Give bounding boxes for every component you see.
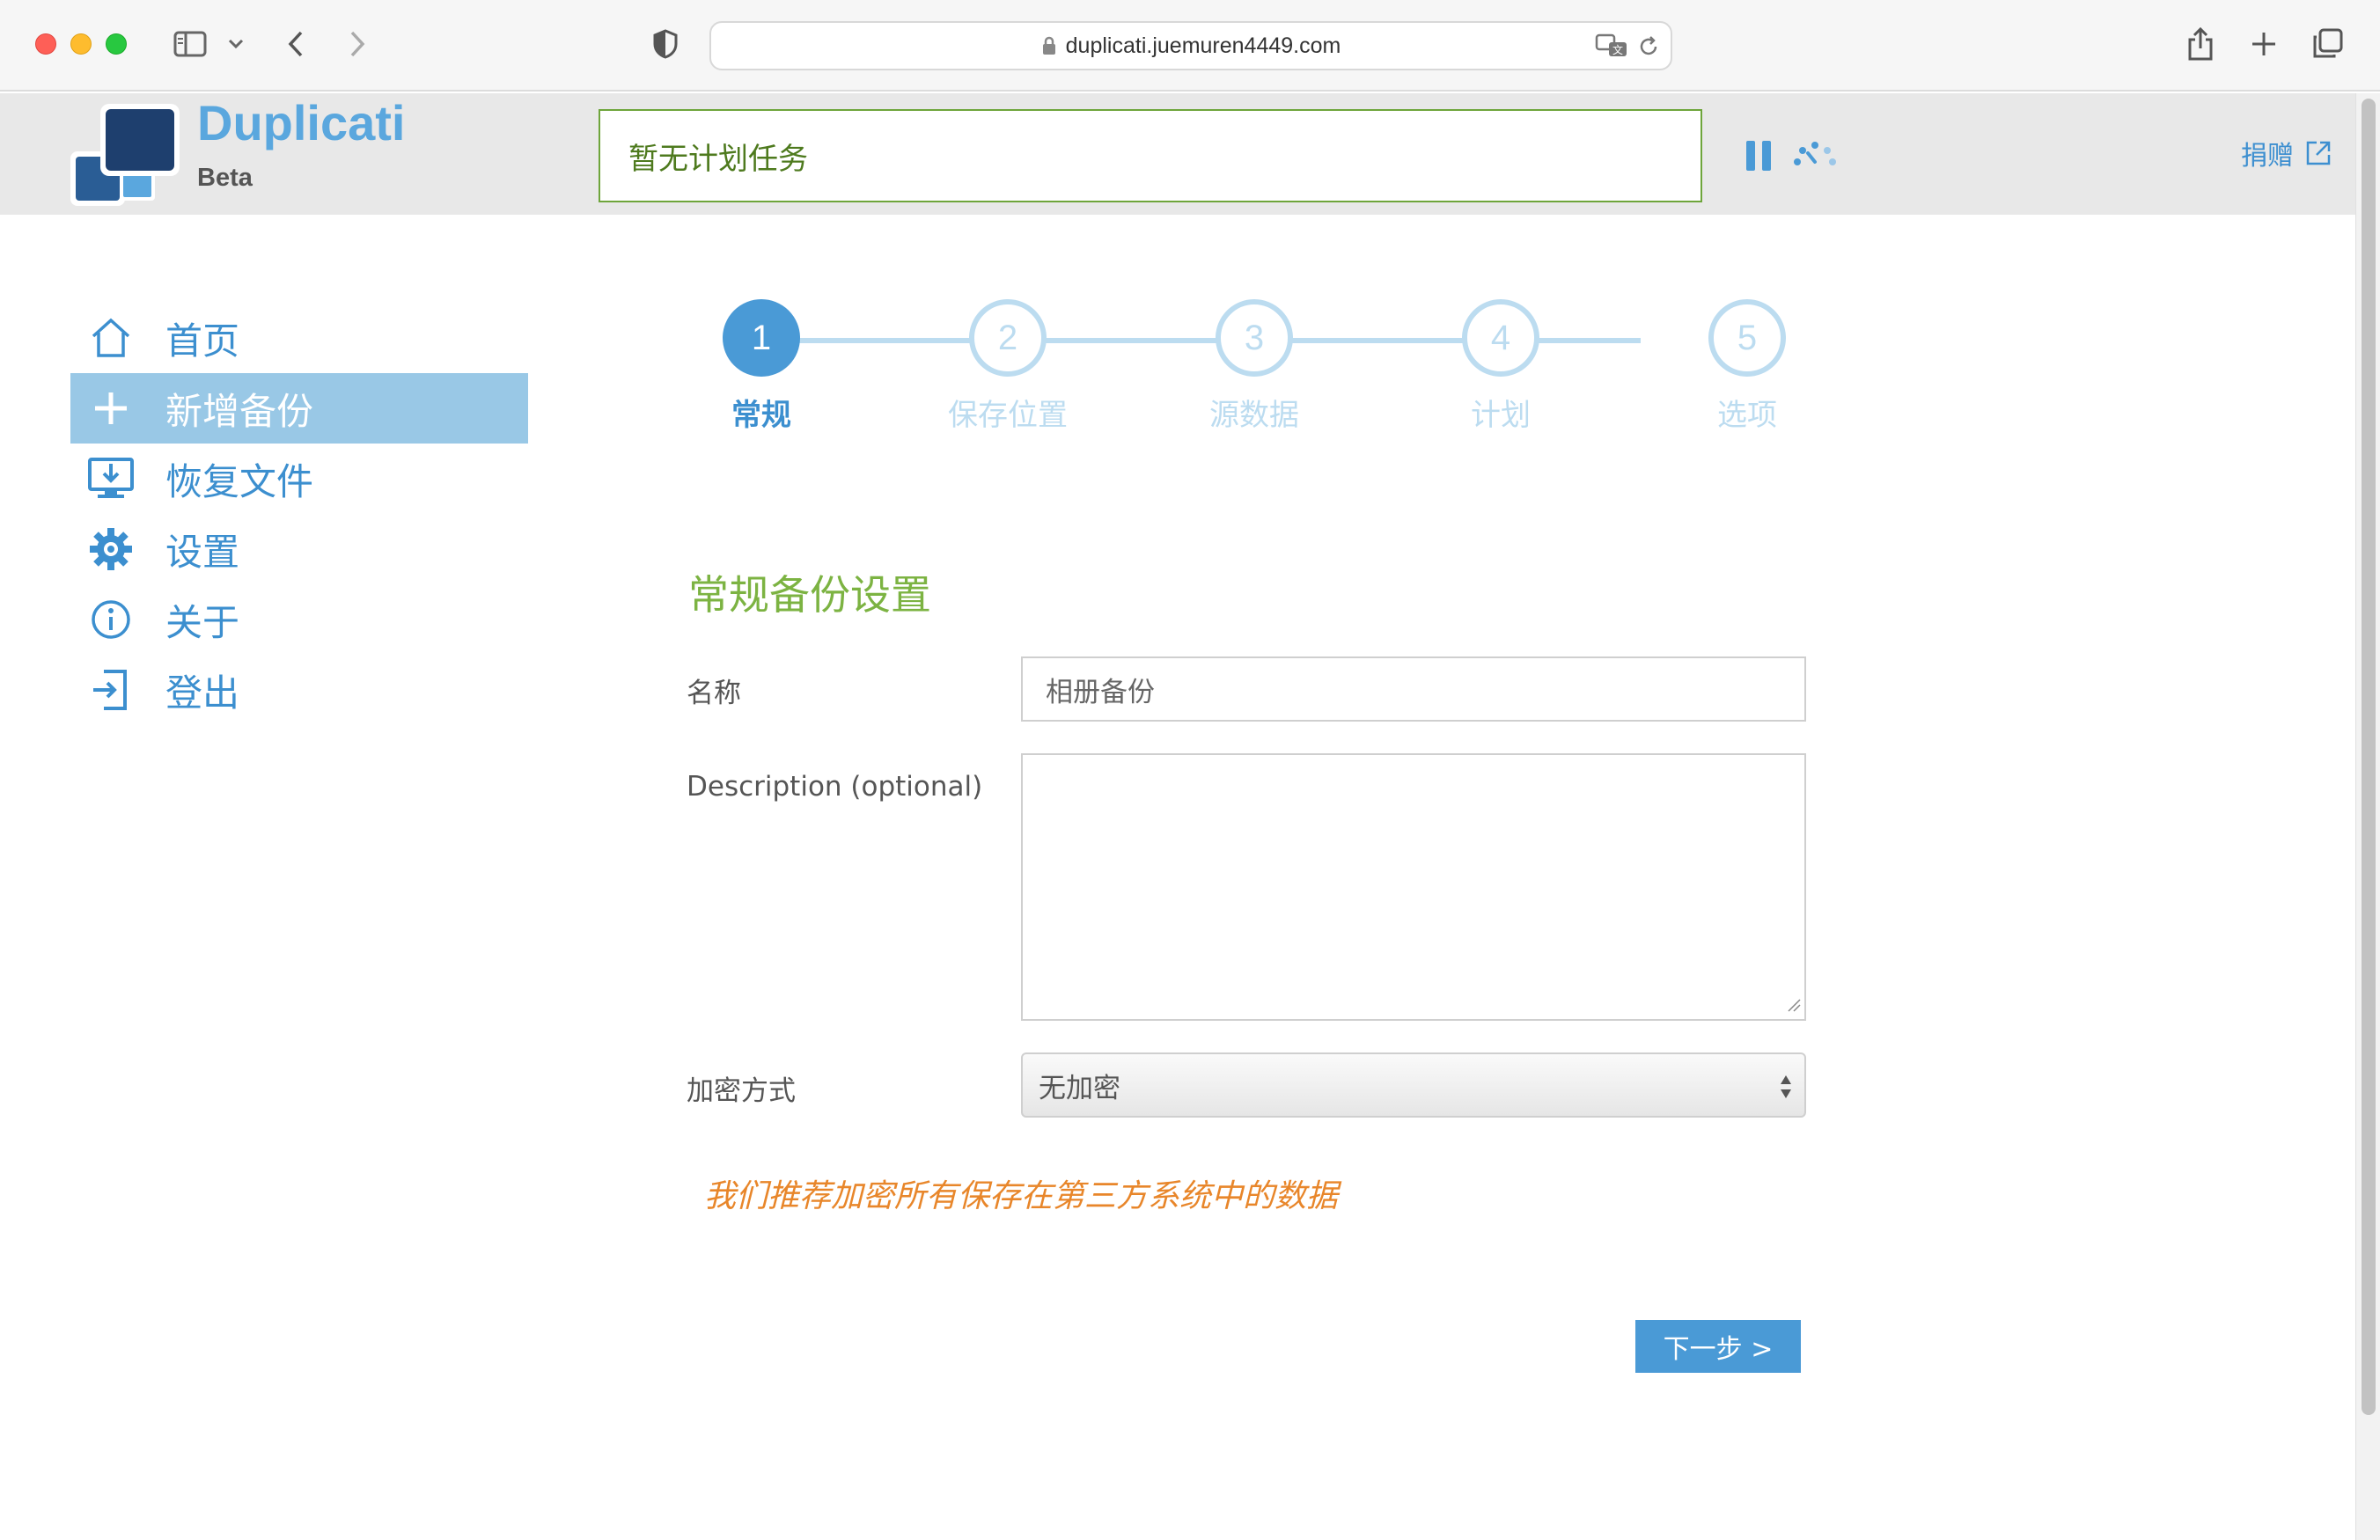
chevron-down-icon[interactable]: [224, 25, 248, 63]
step-number: 2: [969, 299, 1047, 377]
reload-icon[interactable]: [1637, 35, 1660, 58]
pause-icon[interactable]: [1746, 141, 1771, 171]
encryption-warning: 我们推荐加密所有保存在第三方系统中的数据: [704, 1178, 1339, 1214]
duplicati-logo-icon[interactable]: [69, 102, 183, 209]
donate-link[interactable]: 捐赠: [2241, 134, 2332, 172]
select-arrows-icon: [1780, 1074, 1792, 1100]
status-bar: 暂无计划任务: [599, 109, 1702, 202]
next-button[interactable]: 下一步 >: [1635, 1320, 1801, 1373]
back-icon[interactable]: [280, 25, 312, 63]
sidebar-item-label: 新增备份: [165, 389, 314, 433]
info-icon: [86, 595, 136, 644]
logout-icon: [86, 665, 136, 715]
sidebar-item-label: 登出: [165, 671, 240, 715]
sidebar-item-label: 恢复文件: [165, 459, 314, 503]
step-number: 4: [1462, 299, 1539, 377]
plus-icon: [86, 384, 136, 433]
brand-beta-label: Beta: [197, 164, 253, 192]
url-text: duplicati.juemuren4449.com: [1065, 33, 1341, 58]
resize-grip-icon[interactable]: [1787, 998, 1801, 1016]
step-schedule[interactable]: 4 计划: [1426, 299, 1576, 434]
minimize-window-button[interactable]: [70, 33, 92, 55]
description-label: Description (optional): [687, 771, 983, 803]
new-tab-icon[interactable]: [2244, 25, 2283, 63]
sidebar-item-add-backup[interactable]: 新增备份: [70, 373, 528, 444]
step-label: 计划: [1471, 398, 1531, 433]
sidebar-item-logout[interactable]: 登出: [70, 655, 528, 725]
sidebar-item-label: 设置: [165, 530, 240, 574]
home-icon: [86, 313, 136, 363]
tab-overview-icon[interactable]: [2308, 25, 2347, 63]
sidebar-item-label: 关于: [165, 600, 240, 644]
encryption-selected-value: 无加密: [1039, 1072, 1120, 1104]
step-label: 保存位置: [948, 398, 1068, 433]
encryption-select[interactable]: 无加密: [1021, 1052, 1806, 1118]
sidebar-toggle-icon[interactable]: [171, 25, 209, 63]
name-label: 名称: [687, 678, 741, 709]
step-general[interactable]: 1 常规: [687, 299, 836, 434]
sidebar-item-label: 首页: [165, 319, 240, 363]
step-number: 5: [1708, 299, 1786, 377]
forward-icon[interactable]: [342, 25, 373, 63]
step-label: 源数据: [1209, 398, 1299, 433]
sidebar-item-settings[interactable]: 设置: [70, 514, 528, 584]
privacy-shield-icon[interactable]: [650, 25, 681, 63]
sidebar-item-restore[interactable]: 恢复文件: [70, 444, 528, 514]
step-options[interactable]: 5 选项: [1672, 299, 1822, 434]
encryption-label: 加密方式: [687, 1075, 796, 1107]
donate-label: 捐赠: [2241, 141, 2294, 172]
description-textarea[interactable]: [1021, 753, 1806, 1021]
sidebar-item-home[interactable]: 首页: [70, 303, 528, 373]
gear-icon: [86, 524, 136, 574]
step-destination[interactable]: 2 保存位置: [933, 299, 1083, 434]
page-scrollbar[interactable]: [2355, 93, 2380, 1540]
external-link-icon: [2304, 139, 2332, 167]
wizard-stepper: 1 常规 2 保存位置 3 源数据 4 计划 5 选项: [687, 299, 1796, 449]
form-title: 常规备份设置: [688, 571, 931, 619]
translate-icon[interactable]: 文: [1595, 33, 1628, 58]
svg-text:文: 文: [1612, 43, 1623, 56]
step-label: 常规: [731, 398, 791, 433]
step-number: 3: [1216, 299, 1293, 377]
restore-icon: [86, 454, 136, 503]
sidebar-nav: 首页 新增备份 恢复文件 设置 关于 登出: [70, 303, 528, 725]
close-window-button[interactable]: [35, 33, 56, 55]
step-source-data[interactable]: 3 源数据: [1179, 299, 1329, 434]
address-bar[interactable]: duplicati.juemuren4449.com 文: [709, 21, 1672, 70]
share-icon[interactable]: [2181, 25, 2220, 63]
name-field-value: 相册备份: [1046, 676, 1155, 708]
step-number: 1: [723, 299, 800, 377]
sidebar-item-about[interactable]: 关于: [70, 584, 528, 655]
lock-icon: [1041, 35, 1057, 56]
name-field[interactable]: 相册备份: [1021, 656, 1806, 722]
throttle-speed-icon[interactable]: [1790, 139, 1840, 172]
status-text: 暂无计划任务: [628, 141, 808, 177]
zoom-window-button[interactable]: [106, 33, 127, 55]
brand-name[interactable]: Duplicati: [197, 97, 405, 150]
step-label: 选项: [1717, 398, 1777, 433]
browser-toolbar: duplicati.juemuren4449.com 文: [0, 0, 2380, 92]
scrollbar-thumb[interactable]: [2362, 99, 2376, 1415]
